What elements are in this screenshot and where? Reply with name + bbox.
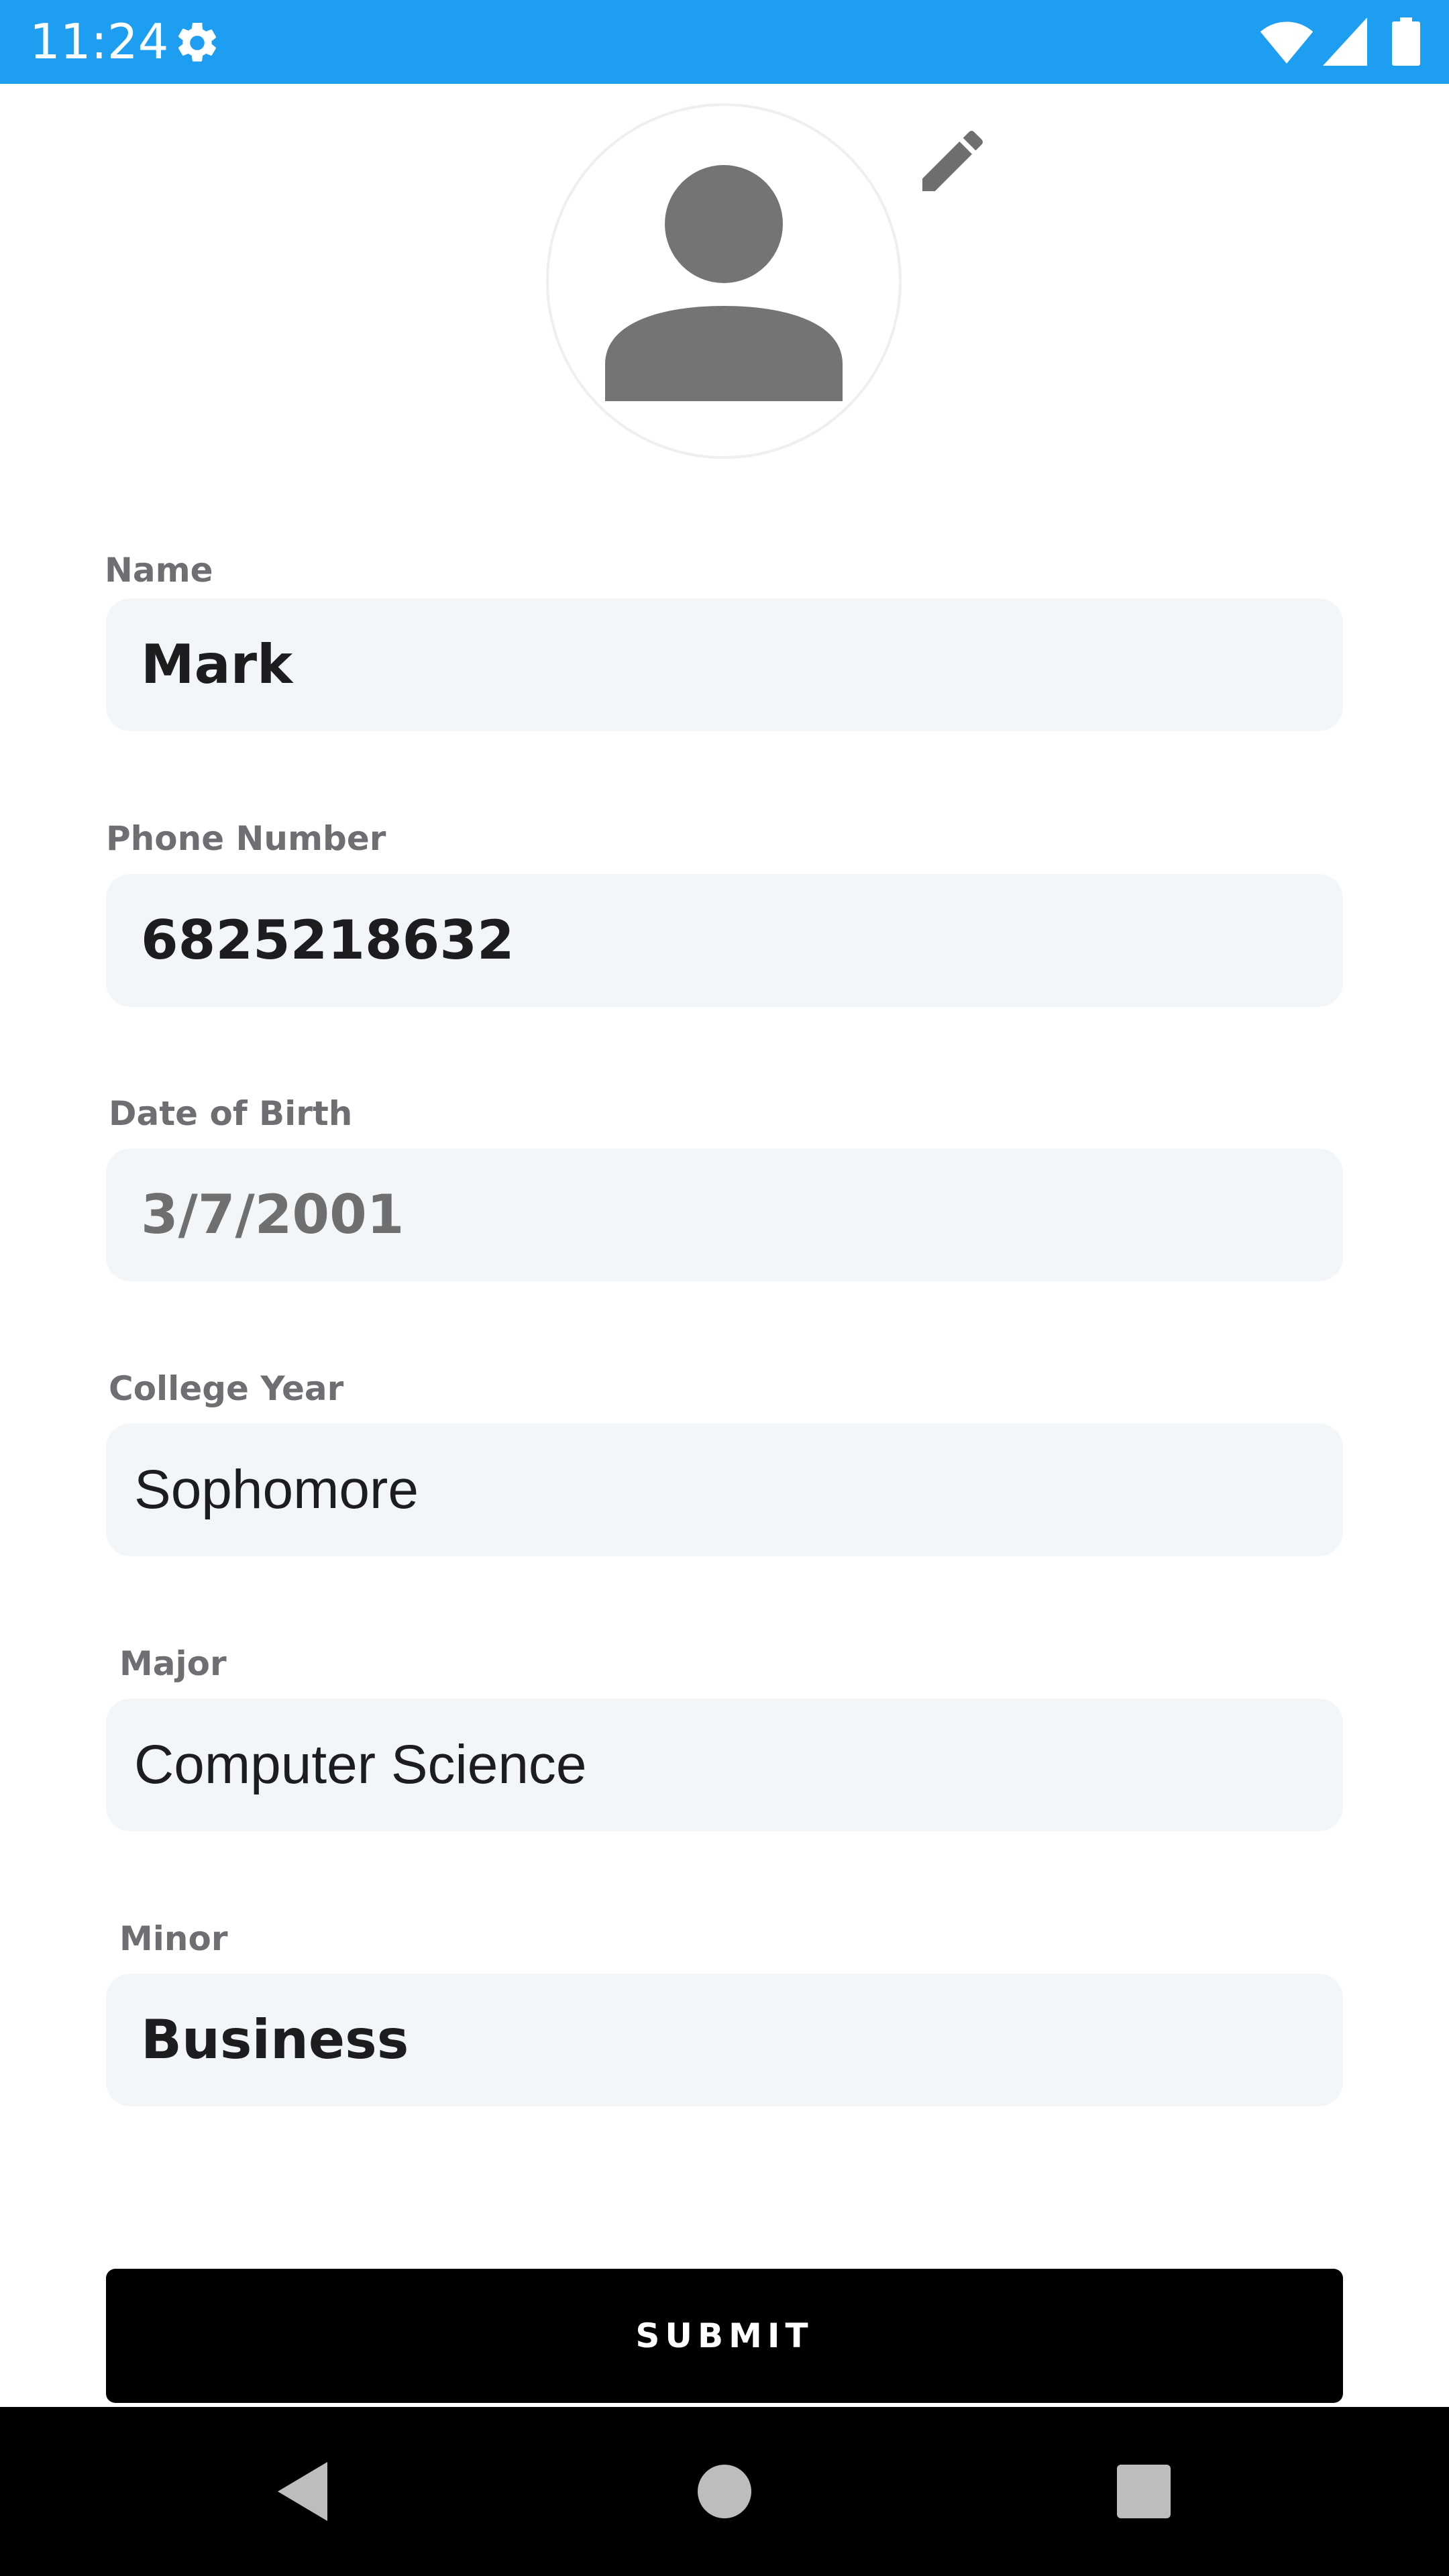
phone-value: 6825218632: [141, 909, 515, 971]
gear-icon: [178, 22, 217, 62]
pencil-icon[interactable]: [912, 121, 993, 201]
minor-label: Minor: [119, 1919, 228, 1958]
phone-label: Phone Number: [106, 819, 386, 858]
profile-avatar[interactable]: [546, 103, 902, 459]
major-label: Major: [119, 1644, 227, 1683]
battery-icon: [1392, 17, 1420, 66]
name-label: Name: [105, 551, 213, 590]
major-field[interactable]: Computer Science: [106, 1699, 1343, 1831]
dob-value: 3/7/2001: [141, 1183, 405, 1246]
submit-button[interactable]: SUBMIT: [106, 2269, 1343, 2403]
home-circle-icon[interactable]: [694, 2458, 755, 2525]
recents-square-icon[interactable]: [1114, 2458, 1174, 2525]
status-time: 11:24: [30, 13, 169, 70]
minor-field[interactable]: Business: [106, 1974, 1343, 2106]
dob-label: Date of Birth: [109, 1094, 353, 1133]
minor-value: Business: [141, 2008, 409, 2071]
name-field[interactable]: Mark: [106, 598, 1343, 731]
back-triangle-icon[interactable]: [274, 2458, 334, 2525]
phone-field[interactable]: 6825218632: [106, 874, 1343, 1007]
college-year-label: College Year: [109, 1369, 344, 1408]
college-year-field[interactable]: Sophomore: [106, 1424, 1343, 1556]
major-value: Computer Science: [134, 1734, 587, 1795]
status-bar: 11:24: [0, 0, 1449, 84]
status-icons: [1206, 17, 1421, 66]
name-value: Mark: [141, 633, 293, 696]
navigation-bar: [0, 2407, 1449, 2576]
wifi-icon: [1260, 21, 1313, 64]
person-icon: [605, 165, 843, 401]
college-year-value: Sophomore: [134, 1459, 419, 1520]
dob-field[interactable]: 3/7/2001: [106, 1148, 1343, 1281]
cell-signal-icon: [1323, 17, 1367, 66]
